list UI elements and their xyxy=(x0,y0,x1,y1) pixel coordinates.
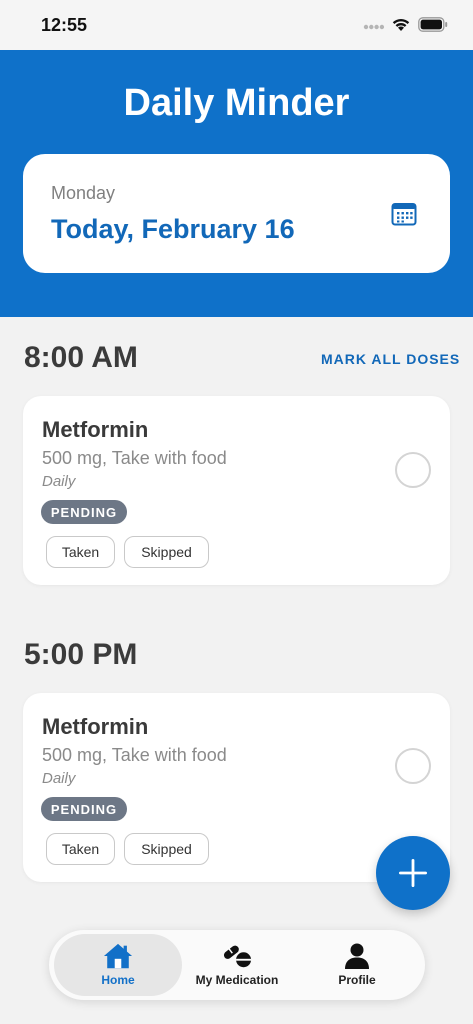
status-badge: PENDING xyxy=(41,500,127,524)
skipped-button[interactable]: Skipped xyxy=(124,536,209,568)
medication-dose: 500 mg, Take with food xyxy=(42,448,227,468)
weekday-label: Monday xyxy=(51,183,116,203)
status-bar: 12:55 xyxy=(0,0,473,50)
skipped-button[interactable]: Skipped xyxy=(124,833,209,865)
dose-checkbox[interactable] xyxy=(395,748,431,784)
medication-card: Metformin 500 mg, Take with food Daily P… xyxy=(23,396,450,585)
medication-frequency: Daily xyxy=(42,473,76,490)
pills-icon xyxy=(223,945,252,968)
nav-label-my-medication: My Medication xyxy=(195,973,279,987)
bottom-nav: Home My Medication Profile xyxy=(49,930,425,1000)
nav-item-home[interactable]: Home xyxy=(54,934,182,996)
current-date: Today, February 16 xyxy=(51,214,295,244)
taken-button[interactable]: Taken xyxy=(46,833,115,865)
wifi-icon xyxy=(392,18,410,31)
medication-name: Metformin xyxy=(42,417,149,442)
app-header: Daily Minder Monday Today, February 16 xyxy=(0,50,473,317)
time-heading: 8:00 AM xyxy=(24,341,138,374)
add-medication-button[interactable] xyxy=(376,836,450,910)
status-time: 12:55 xyxy=(41,15,88,35)
date-card: Monday Today, February 16 xyxy=(23,154,450,273)
medication-dose: 500 mg, Take with food xyxy=(42,745,227,765)
nav-label-home: Home xyxy=(101,973,135,987)
medication-name: Metformin xyxy=(42,714,149,739)
calendar-icon xyxy=(391,203,417,226)
signal-icon xyxy=(363,24,385,30)
taken-button[interactable]: Taken xyxy=(46,536,115,568)
time-heading: 5:00 PM xyxy=(24,638,138,671)
app-title: Daily Minder xyxy=(123,82,350,124)
medication-frequency: Daily xyxy=(42,770,76,787)
person-icon xyxy=(345,943,369,969)
home-icon xyxy=(103,943,133,969)
nav-item-my-medication[interactable]: My Medication xyxy=(187,934,287,996)
calendar-button[interactable] xyxy=(389,199,419,229)
battery-icon xyxy=(418,17,448,32)
status-badge: PENDING xyxy=(41,797,127,821)
mark-all-doses-button[interactable]: MARK ALL DOSES xyxy=(321,351,460,367)
dose-checkbox[interactable] xyxy=(395,452,431,488)
nav-item-profile[interactable]: Profile xyxy=(307,934,407,996)
nav-label-profile: Profile xyxy=(338,973,376,987)
plus-icon xyxy=(399,859,427,887)
